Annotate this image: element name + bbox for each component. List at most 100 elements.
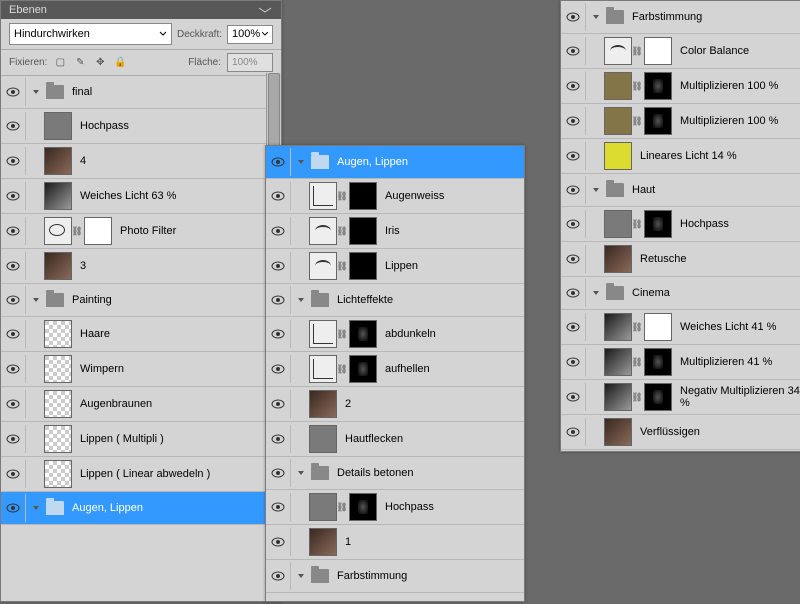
visibility-toggle[interactable] (561, 245, 586, 273)
layer-mask-thumbnail[interactable] (84, 217, 112, 245)
visibility-toggle[interactable] (266, 355, 291, 383)
layer-row[interactable]: Lippen ( Multipli ) (1, 422, 281, 457)
visibility-toggle[interactable] (561, 72, 586, 100)
link-icon[interactable]: ⛓ (337, 364, 347, 375)
layer-group[interactable]: Cinema (561, 277, 800, 310)
visibility-toggle[interactable] (266, 320, 291, 348)
layer-group[interactable]: Augen, Lippen (266, 146, 524, 179)
visibility-toggle[interactable] (266, 562, 291, 590)
layer-row[interactable]: Retusche (561, 242, 800, 277)
layer-thumbnail[interactable] (604, 142, 632, 170)
lock-move-icon[interactable]: ✥ (93, 56, 107, 70)
layer-mask-thumbnail[interactable] (644, 348, 672, 376)
twirl-toggle[interactable] (30, 88, 42, 96)
visibility-toggle[interactable] (266, 217, 291, 245)
layer-group[interactable]: Farbstimmung (266, 560, 524, 593)
layer-row[interactable]: Wimpern (1, 352, 281, 387)
lock-all-icon[interactable]: 🔒 (113, 56, 127, 70)
layer-thumbnail[interactable] (604, 418, 632, 446)
visibility-toggle[interactable] (561, 418, 586, 446)
layer-row[interactable]: 4 (1, 144, 281, 179)
layer-thumbnail[interactable] (604, 72, 632, 100)
layer-thumbnail[interactable] (44, 425, 72, 453)
layer-row[interactable]: Hautflecken (266, 422, 524, 457)
layer-group[interactable]: Haut (561, 174, 800, 207)
visibility-toggle[interactable] (561, 3, 586, 31)
layer-row[interactable]: ⛓Hochpass (561, 207, 800, 242)
visibility-toggle[interactable] (266, 252, 291, 280)
layer-thumbnail[interactable] (44, 460, 72, 488)
link-icon[interactable]: ⛓ (632, 219, 642, 230)
layer-thumbnail[interactable] (309, 493, 337, 521)
visibility-toggle[interactable] (561, 37, 586, 65)
layer-mask-thumbnail[interactable] (349, 493, 377, 521)
layer-thumbnail[interactable] (604, 348, 632, 376)
visibility-toggle[interactable] (1, 460, 26, 488)
layer-row[interactable]: ⛓aufhellen (266, 352, 524, 387)
layer-thumbnail[interactable] (309, 390, 337, 418)
link-icon[interactable]: ⛓ (632, 392, 642, 403)
twirl-toggle[interactable] (30, 504, 42, 512)
visibility-toggle[interactable] (1, 147, 26, 175)
layer-row[interactable]: 2 (266, 387, 524, 422)
twirl-toggle[interactable] (295, 296, 307, 304)
layer-row[interactable]: ⛓Lippen (266, 249, 524, 284)
layer-mask-thumbnail[interactable] (644, 313, 672, 341)
link-icon[interactable]: ⛓ (72, 226, 82, 237)
link-icon[interactable]: ⛓ (337, 261, 347, 272)
layer-thumbnail[interactable] (44, 217, 72, 245)
layer-row[interactable]: ⛓Hochpass (266, 490, 524, 525)
layer-group[interactable]: Painting (1, 284, 281, 317)
layer-row[interactable]: Verflüssigen (561, 415, 800, 450)
link-icon[interactable]: ⛓ (337, 329, 347, 340)
twirl-toggle[interactable] (30, 296, 42, 304)
twirl-toggle[interactable] (295, 469, 307, 477)
layer-row[interactable]: ⛓Iris (266, 214, 524, 249)
layer-row[interactable]: 1 (266, 525, 524, 560)
layer-thumbnail[interactable] (604, 245, 632, 273)
visibility-toggle[interactable] (561, 210, 586, 238)
layer-thumbnail[interactable] (309, 320, 337, 348)
layer-thumbnail[interactable] (44, 252, 72, 280)
layer-thumbnail[interactable] (309, 425, 337, 453)
link-icon[interactable]: ⛓ (337, 191, 347, 202)
layer-mask-thumbnail[interactable] (644, 107, 672, 135)
visibility-toggle[interactable] (561, 383, 586, 411)
twirl-toggle[interactable] (590, 13, 602, 21)
link-icon[interactable]: ⛓ (337, 502, 347, 513)
link-icon[interactable]: ⛓ (632, 81, 642, 92)
twirl-toggle[interactable] (295, 572, 307, 580)
visibility-toggle[interactable] (561, 313, 586, 341)
layer-thumbnail[interactable] (604, 313, 632, 341)
layer-thumbnail[interactable] (309, 252, 337, 280)
visibility-toggle[interactable] (561, 348, 586, 376)
layer-row[interactable]: 3 (1, 249, 281, 284)
layer-row[interactable]: ⛓Color Balance (561, 34, 800, 69)
layer-group[interactable]: final (1, 76, 281, 109)
visibility-toggle[interactable] (1, 112, 26, 140)
layer-thumbnail[interactable] (309, 528, 337, 556)
visibility-toggle[interactable] (1, 425, 26, 453)
visibility-toggle[interactable] (561, 142, 586, 170)
twirl-toggle[interactable] (590, 289, 602, 297)
layer-thumbnail[interactable] (309, 182, 337, 210)
visibility-toggle[interactable] (1, 320, 26, 348)
link-icon[interactable]: ⛓ (632, 322, 642, 333)
visibility-toggle[interactable] (1, 78, 26, 106)
visibility-toggle[interactable] (1, 252, 26, 280)
layer-thumbnail[interactable] (44, 390, 72, 418)
layer-row[interactable]: Lippen ( Linear abwedeln ) (1, 457, 281, 492)
layer-mask-thumbnail[interactable] (349, 182, 377, 210)
visibility-toggle[interactable] (1, 217, 26, 245)
link-icon[interactable]: ⛓ (632, 46, 642, 57)
layer-group[interactable]: Farbstimmung (561, 1, 800, 34)
layer-thumbnail[interactable] (309, 217, 337, 245)
layer-row[interactable]: ⛓Photo Filter (1, 214, 281, 249)
layer-thumbnail[interactable] (604, 107, 632, 135)
layer-row[interactable]: ⛓Multiplizieren 100 % (561, 69, 800, 104)
link-icon[interactable]: ⛓ (632, 116, 642, 127)
lock-brush-icon[interactable]: ✎ (73, 56, 87, 70)
layer-row[interactable]: Haare (1, 317, 281, 352)
layer-mask-thumbnail[interactable] (349, 252, 377, 280)
visibility-toggle[interactable] (561, 107, 586, 135)
